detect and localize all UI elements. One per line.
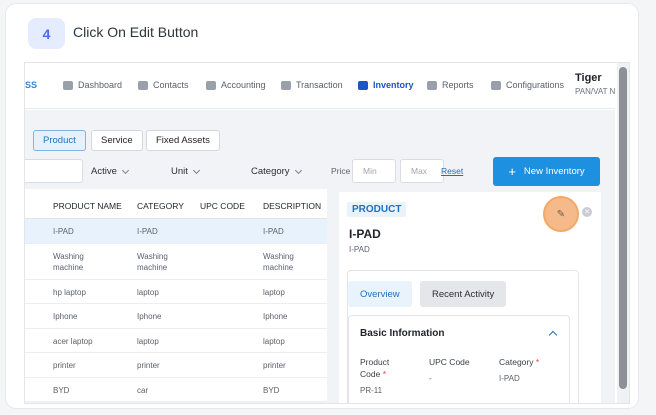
- table-row[interactable]: printer printer printer: [25, 353, 327, 378]
- price-max-input[interactable]: Max: [400, 159, 444, 183]
- table-row[interactable]: I-PAD I-PAD I-PAD: [25, 219, 327, 244]
- category-filter-dropdown[interactable]: Category: [251, 166, 302, 177]
- chevron-down-icon: [192, 166, 200, 174]
- table-row[interactable]: hp laptop laptop laptop: [25, 279, 327, 304]
- active-filter-dropdown[interactable]: Active: [91, 166, 129, 177]
- product-code-label: Product Code *: [360, 357, 390, 379]
- column-header-category: CATEGORY: [137, 201, 184, 211]
- reports-icon: [427, 80, 437, 90]
- nav-item-reports[interactable]: Reports: [427, 80, 474, 90]
- scrollbar-thumb[interactable]: [619, 67, 627, 389]
- tab-service[interactable]: Service: [91, 130, 143, 151]
- plus-icon: +: [508, 164, 516, 179]
- tutorial-step-card: 4 Click On Edit Button SS Dashboard Cont…: [6, 4, 638, 408]
- upc-code-value: -: [429, 374, 432, 383]
- upc-code-label: UPC Code: [429, 357, 470, 367]
- dashboard-icon: [63, 80, 73, 90]
- price-min-input[interactable]: Min: [352, 159, 396, 183]
- step-number-badge: 4: [28, 18, 65, 49]
- product-code-value: PR-11: [360, 386, 383, 395]
- column-header-product-name: PRODUCT NAME: [53, 201, 122, 211]
- tab-overview[interactable]: Overview: [348, 281, 412, 307]
- price-label: Price: [331, 166, 351, 176]
- table-row[interactable]: BYD car BYD: [25, 377, 327, 402]
- column-header-upc-code: UPC CODE: [200, 201, 245, 211]
- close-icon[interactable]: ✕: [582, 207, 592, 217]
- product-tag: PRODUCT: [347, 202, 407, 217]
- unit-filter-dropdown[interactable]: Unit: [171, 166, 200, 177]
- app-logo: SS: [25, 80, 38, 90]
- step-title: Click On Edit Button: [73, 24, 199, 40]
- product-detail-panel: PRODUCT I-PAD I-PAD ✎ ✕ Overview Recent …: [339, 192, 601, 403]
- tab-recent-activity[interactable]: Recent Activity: [420, 281, 507, 307]
- chevron-down-icon: [294, 166, 302, 174]
- gear-icon: [491, 80, 501, 90]
- table-row[interactable]: Iphone Iphone Iphone: [25, 304, 327, 329]
- reset-link[interactable]: Reset: [441, 166, 463, 176]
- edit-button[interactable]: ✎: [543, 196, 579, 232]
- chevron-up-icon[interactable]: [548, 330, 558, 340]
- inventory-content: Product Service Fixed Assets Active Unit…: [25, 110, 615, 403]
- scrollbar[interactable]: [617, 63, 629, 403]
- search-input[interactable]: [25, 159, 83, 183]
- app-screenshot: SS Dashboard Contacts Accounting Transac…: [24, 62, 630, 404]
- tab-product[interactable]: Product: [33, 130, 86, 151]
- top-navigation: SS Dashboard Contacts Accounting Transac…: [25, 63, 615, 109]
- category-label: Category *: [499, 357, 540, 367]
- product-name: I-PAD: [349, 227, 381, 241]
- table-row[interactable]: acer laptop laptop laptop: [25, 328, 327, 353]
- nav-item-dashboard[interactable]: Dashboard: [63, 80, 122, 90]
- tab-fixed-assets[interactable]: Fixed Assets: [146, 130, 220, 151]
- pencil-icon: ✎: [556, 208, 566, 220]
- basic-information-section: Basic Information Product Code * PR-11 UP…: [348, 315, 570, 403]
- user-pan-vat: PAN/VAT N: [575, 87, 616, 96]
- table-row[interactable]: Washing machine Washing machine Washing …: [25, 243, 327, 280]
- nav-item-transaction[interactable]: Transaction: [281, 80, 343, 90]
- user-name[interactable]: Tiger: [575, 72, 602, 84]
- accounting-icon: [206, 80, 216, 90]
- section-title: Basic Information: [360, 328, 445, 339]
- category-value: I-PAD: [499, 374, 520, 383]
- table-header: PRODUCT NAME CATEGORY UPC CODE DESCRIPTI…: [25, 189, 327, 219]
- new-inventory-button[interactable]: + New Inventory: [493, 157, 600, 186]
- contacts-icon: [138, 80, 148, 90]
- product-subtitle: I-PAD: [349, 245, 370, 254]
- column-header-description: DESCRIPTION: [263, 201, 322, 211]
- inventory-table: PRODUCT NAME CATEGORY UPC CODE DESCRIPTI…: [25, 189, 327, 402]
- nav-item-configurations[interactable]: Configurations: [491, 80, 564, 90]
- inventory-icon: [358, 80, 368, 90]
- transaction-icon: [281, 80, 291, 90]
- nav-item-contacts[interactable]: Contacts: [138, 80, 189, 90]
- nav-item-inventory[interactable]: Inventory: [358, 80, 414, 90]
- nav-item-accounting[interactable]: Accounting: [206, 80, 266, 90]
- chevron-down-icon: [121, 166, 129, 174]
- detail-tabs-container: Overview Recent Activity Basic Informati…: [347, 270, 579, 403]
